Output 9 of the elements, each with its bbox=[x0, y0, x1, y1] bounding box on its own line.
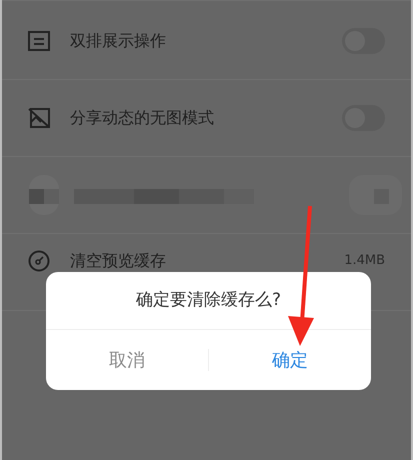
list-icon bbox=[28, 31, 50, 51]
cancel-button[interactable]: 取消 bbox=[46, 330, 208, 390]
setting-label: 双排展示操作 bbox=[70, 30, 167, 52]
confirm-button[interactable]: 确定 bbox=[209, 330, 371, 390]
setting-label: 清空预览缓存 bbox=[70, 250, 167, 272]
gauge-icon bbox=[28, 250, 50, 272]
cache-size: 1.4MB bbox=[344, 252, 385, 270]
setting-label: 分享动态的无图模式 bbox=[70, 107, 215, 129]
no-image-icon bbox=[28, 108, 50, 128]
